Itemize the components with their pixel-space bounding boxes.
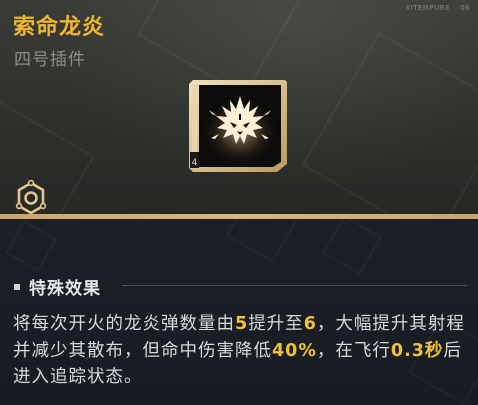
- dragon-emblem-icon: 4: [189, 80, 287, 172]
- effect-description: 将每次开火的龙炎弹数量由5提升至6，大幅提升其射程并减少其散布，但命中伤害降低4…: [13, 314, 465, 387]
- item-name: 索命龙炎: [13, 15, 106, 40]
- section-bullet: [14, 283, 20, 290]
- value-highlight: 0.3秒: [390, 340, 444, 361]
- item-type: 四号插件: [14, 50, 86, 70]
- value-highlight: 40%: [272, 340, 317, 361]
- value-highlight: 6: [303, 314, 317, 334]
- background-hexagon-decoration: [5, 220, 57, 272]
- section-title: 特殊效果: [29, 279, 101, 299]
- background-hexagon-decoration: [226, 219, 300, 263]
- section-divider-line: [122, 285, 467, 286]
- section-header: 特殊效果: [14, 274, 101, 299]
- hexagon-tier-icon: [13, 179, 49, 216]
- effect-panel: 特殊效果 将每次开火的龙炎弹数量由5提升至6，大幅提升其射程并减少其散布，但命中…: [0, 219, 478, 405]
- svg-text:4: 4: [192, 158, 198, 168]
- plugin-icon-card[interactable]: 4: [187, 76, 291, 174]
- value-highlight: 5: [235, 314, 249, 334]
- background-hexagon-decoration: [322, 219, 382, 275]
- corner-code: XITEMPURE 06: [405, 4, 470, 12]
- item-header-panel: XITEMPURE 06 索命龙炎 四号插件 4: [0, 0, 478, 216]
- background-hexagon-decoration: [301, 31, 478, 216]
